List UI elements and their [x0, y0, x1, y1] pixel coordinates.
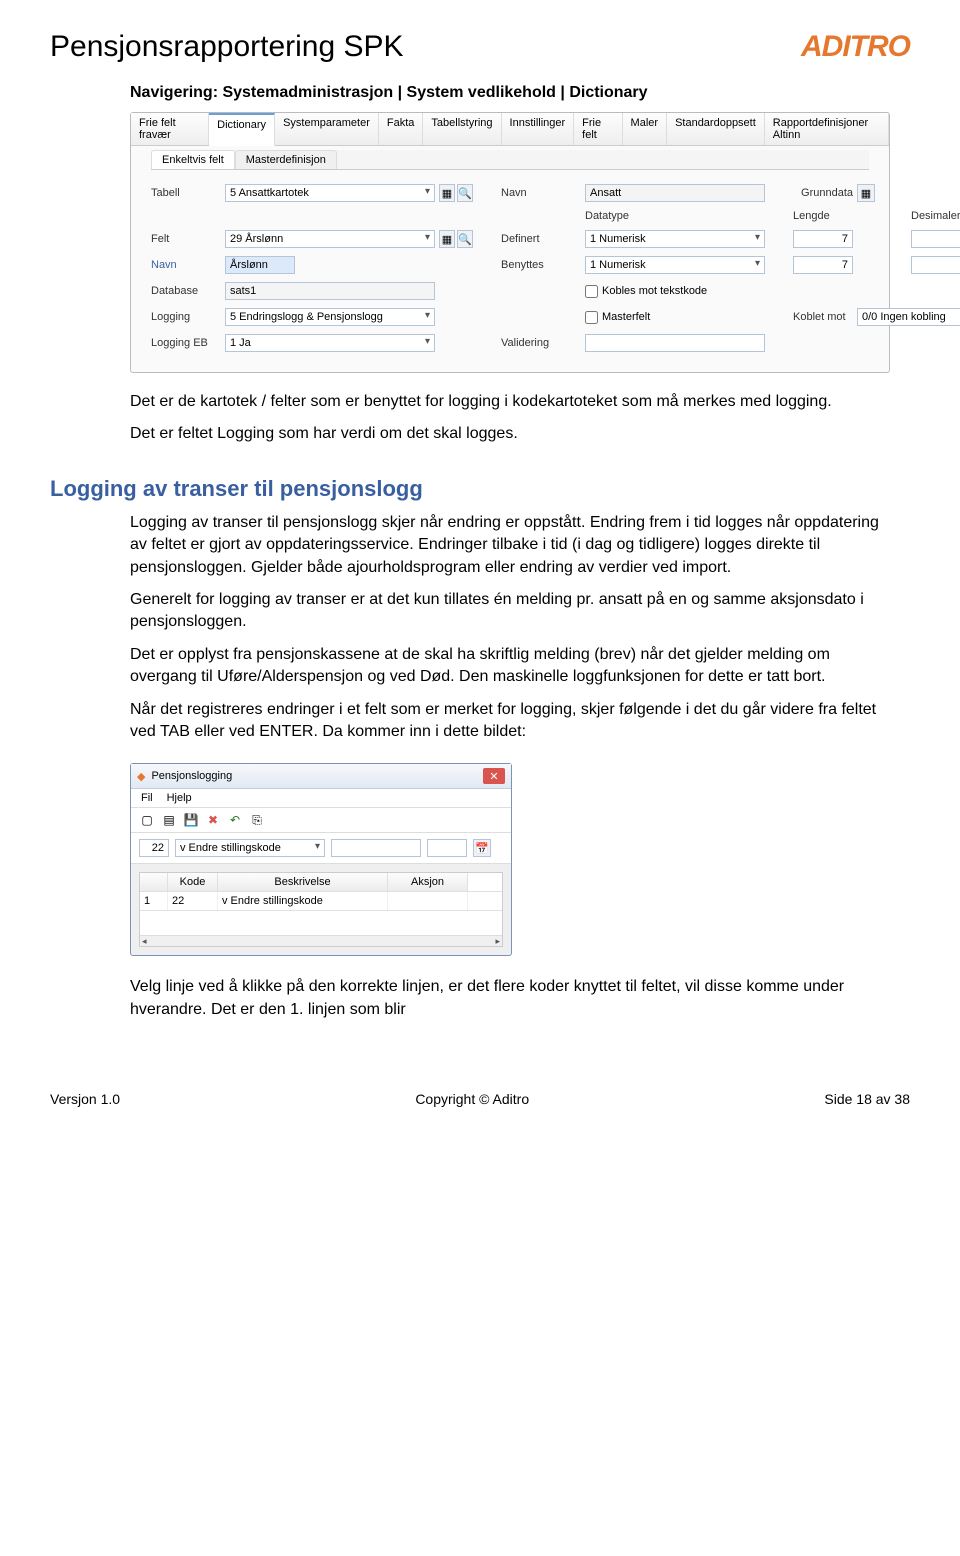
label-datatype: Datatype: [585, 210, 765, 222]
input-validering[interactable]: [585, 334, 765, 352]
input-felt[interactable]: 29 Årslønn: [225, 230, 435, 248]
input-tabell[interactable]: 5 Ansattkartotek: [225, 184, 435, 202]
subtab-enkeltvis-felt[interactable]: Enkeltvis felt: [151, 150, 235, 169]
app-icon: ◆: [137, 770, 145, 783]
open-felt-icon[interactable]: ▦: [439, 230, 455, 248]
input-navn2[interactable]: Årslønn: [225, 256, 295, 274]
tab-maler[interactable]: Maler: [623, 113, 668, 145]
grid-cell[interactable]: 1: [140, 892, 168, 910]
page-title: Pensjonsrapportering SPK: [50, 30, 404, 64]
input-def-des[interactable]: 2: [911, 230, 960, 248]
open-icon[interactable]: ▤: [161, 812, 177, 828]
search-tabell-icon[interactable]: 🔍: [457, 184, 473, 202]
footer-copyright: Copyright © Aditro: [415, 1091, 529, 1107]
paragraph: Logging av transer til pensjonslogg skje…: [130, 512, 890, 579]
footer-page: Side 18 av 38: [824, 1091, 910, 1107]
label-navn2: Navn: [151, 259, 221, 271]
input-desc[interactable]: v Endre stillingskode: [175, 839, 325, 857]
input-database: sats1: [225, 282, 435, 300]
label-database: Database: [151, 285, 221, 297]
label-tabell: Tabell: [151, 187, 221, 199]
paragraph: Det er de kartotek / felter som er benyt…: [130, 391, 890, 413]
grid-cell[interactable]: 22: [168, 892, 218, 910]
label-validering: Validering: [501, 337, 581, 349]
pensjonslogging-dialog-screenshot: ◆ Pensjonslogging ✕ Fil Hjelp ▢ ▤ 💾 ✖ ↶ ⎘…: [130, 763, 512, 956]
input-definert[interactable]: 1 Numerisk: [585, 230, 765, 248]
checkbox-masterfelt[interactable]: [585, 311, 598, 324]
scroll-left-icon[interactable]: ◂: [142, 936, 147, 946]
label-masterfelt: Masterfelt: [602, 311, 650, 323]
menu-fil[interactable]: Fil: [141, 792, 153, 804]
input-empty2[interactable]: [427, 839, 467, 857]
tab-frie-felt-fravær[interactable]: Frie felt fravær: [131, 113, 209, 145]
search-felt-icon[interactable]: 🔍: [457, 230, 473, 248]
label-logging: Logging: [151, 311, 221, 323]
label-grunndata: Grunndata: [793, 187, 853, 199]
scroll-right-icon[interactable]: ▸: [495, 936, 500, 946]
checkbox-kobles-tekstkode[interactable]: [585, 285, 598, 298]
open-tabell-icon[interactable]: ▦: [439, 184, 455, 202]
label-lengde: Lengde: [793, 210, 853, 222]
grid-header: [140, 873, 168, 891]
tab-rapportdefinisjoner-altinn[interactable]: Rapportdefinisjoner Altinn: [765, 113, 889, 145]
grid-header: Kode: [168, 873, 218, 891]
paragraph: Det er opplyst fra pensjonskassene at de…: [130, 644, 890, 689]
dictionary-form-screenshot: Frie felt fraværDictionarySystemparamete…: [130, 112, 890, 373]
brand-logo: ADITRO: [801, 30, 910, 64]
label-definert: Definert: [501, 233, 581, 245]
input-benyttes[interactable]: 1 Numerisk: [585, 256, 765, 274]
input-ben-des[interactable]: 2: [911, 256, 960, 274]
tab-tabellstyring[interactable]: Tabellstyring: [423, 113, 501, 145]
paragraph: Velg linje ved å klikke på den korrekte …: [130, 976, 890, 1021]
breadcrumb: Navigering: Systemadministrasjon | Syste…: [130, 84, 890, 102]
tab-standardoppsett[interactable]: Standardoppsett: [667, 113, 765, 145]
input-code[interactable]: 22: [139, 839, 169, 857]
save-icon[interactable]: 💾: [183, 812, 199, 828]
grunndata-icon[interactable]: ▦: [857, 184, 875, 202]
subtab-masterdefinisjon[interactable]: Masterdefinisjon: [235, 150, 337, 169]
input-navn: Ansatt: [585, 184, 765, 202]
close-icon[interactable]: ✕: [483, 768, 505, 784]
tab-fakta[interactable]: Fakta: [379, 113, 424, 145]
undo-icon[interactable]: ↶: [227, 812, 243, 828]
tab-frie-felt[interactable]: Frie felt: [574, 113, 622, 145]
label-desimaler: Desimaler: [911, 210, 960, 222]
tab-dictionary[interactable]: Dictionary: [209, 113, 275, 146]
grid-cell[interactable]: [388, 892, 468, 910]
label-kobles-tekstkode: Kobles mot tekstkode: [602, 285, 707, 297]
input-ben-lengde[interactable]: 7: [793, 256, 853, 274]
input-def-lengde[interactable]: 7: [793, 230, 853, 248]
label-logging-eb: Logging EB: [151, 337, 221, 349]
paragraph: Det er feltet Logging som har verdi om d…: [130, 423, 890, 445]
grid-cell[interactable]: v Endre stillingskode: [218, 892, 388, 910]
tab-innstillinger[interactable]: Innstillinger: [502, 113, 575, 145]
grid-header: Aksjon: [388, 873, 468, 891]
new-icon[interactable]: ▢: [139, 812, 155, 828]
paragraph: Når det registreres endringer i et felt …: [130, 699, 890, 744]
input-logging-eb[interactable]: 1 Ja: [225, 334, 435, 352]
label-navn: Navn: [501, 187, 581, 199]
dialog-title: Pensjonslogging: [151, 770, 232, 782]
copy-icon[interactable]: ⎘: [249, 812, 265, 828]
menu-hjelp[interactable]: Hjelp: [167, 792, 192, 804]
grid-header: Beskrivelse: [218, 873, 388, 891]
delete-icon[interactable]: ✖: [205, 812, 221, 828]
footer-version: Versjon 1.0: [50, 1091, 120, 1107]
label-koblet-mot: Koblet mot: [793, 311, 853, 323]
label-felt: Felt: [151, 233, 221, 245]
input-logging[interactable]: 5 Endringslogg & Pensjonslogg: [225, 308, 435, 326]
calendar-icon[interactable]: 📅: [473, 839, 491, 857]
input-empty1[interactable]: [331, 839, 421, 857]
tab-systemparameter[interactable]: Systemparameter: [275, 113, 379, 145]
label-benyttes: Benyttes: [501, 259, 581, 271]
section-heading: Logging av transer til pensjonslogg: [50, 476, 890, 502]
paragraph: Generelt for logging av transer er at de…: [130, 589, 890, 634]
input-koblet-mot[interactable]: 0/0 Ingen kobling: [857, 308, 960, 326]
